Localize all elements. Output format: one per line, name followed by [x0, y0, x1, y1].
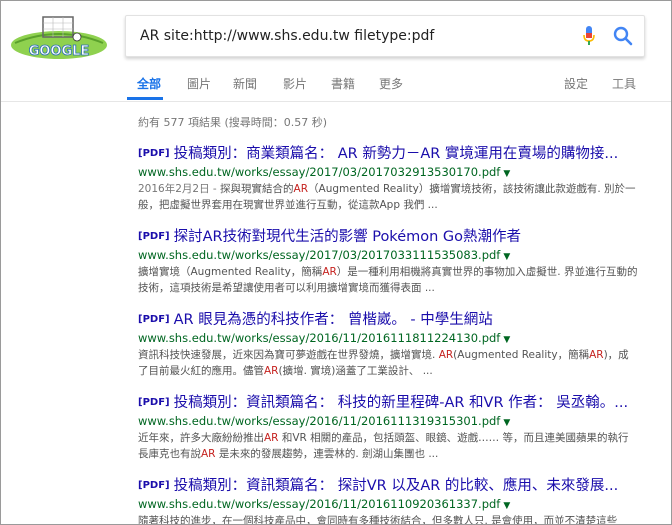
dropdown-caret-icon[interactable]: ▼: [503, 335, 510, 345]
pdf-tag: [PDF]: [138, 314, 170, 325]
search-tabs: 全部 圖片 新聞 影片 書籍 更多 設定 工具: [1, 65, 671, 101]
tools-link[interactable]: 工具: [612, 75, 636, 92]
result-title-link[interactable]: [PDF] 探討AR技術對現代生活的影響 Pokémon Go熱潮作者: [138, 227, 638, 247]
settings-link[interactable]: 設定: [564, 75, 588, 92]
search-result: [PDF] 投稿類別：資訊類篇名： 探討VR 以及AR 的比較、應用、未來發展..…: [138, 476, 638, 525]
result-stats: 約有 577 項結果 (搜尋時間：0.57 秒): [138, 116, 328, 129]
search-icon[interactable]: [612, 25, 634, 47]
tab-all[interactable]: 全部: [137, 75, 161, 92]
microphone-icon[interactable]: [582, 25, 596, 47]
result-snippet: 隨著科技的進步，在一個科技產品中，會同時有多種技術結合，但多數人只. 是會使用，…: [138, 515, 618, 525]
search-result: [PDF] 投稿類別：資訊類篇名： 科技的新里程碑-AR 和VR 作者： 吳丞翰。…: [138, 393, 638, 462]
result-url: www.shs.edu.tw/works/essay/2016/11/20161…: [138, 331, 511, 345]
result-title-link[interactable]: [PDF] AR 眼見為憑的科技作者： 曾楷崴。 - 中學生網站: [138, 310, 638, 330]
active-tab-indicator: [127, 97, 163, 100]
result-url: www.shs.edu.tw/works/essay/2017/03/20170…: [138, 165, 511, 179]
tab-news[interactable]: 新聞: [233, 75, 257, 92]
result-url: www.shs.edu.tw/works/essay/2016/11/20161…: [138, 414, 511, 428]
result-url: www.shs.edu.tw/works/essay/2017/03/20170…: [138, 248, 511, 262]
tab-more[interactable]: 更多: [379, 75, 403, 92]
dropdown-caret-icon[interactable]: ▼: [503, 252, 510, 262]
result-url: www.shs.edu.tw/works/essay/2016/11/20161…: [138, 497, 511, 511]
search-header: GOOGLE 全部 圖片 新聞 影片 書籍 更多 設定 工具: [1, 1, 671, 102]
result-title-link[interactable]: [PDF] 投稿類別：資訊類篇名： 探討VR 以及AR 的比較、應用、未來發展..…: [138, 476, 638, 496]
pdf-tag: [PDF]: [138, 397, 170, 408]
svg-text:GOOGLE: GOOGLE: [29, 44, 90, 59]
result-snippet: 近年來，許多大廠紛紛推出AR 和VR 相關的產品，包括頭盔、眼鏡、遊戲…… 等，…: [138, 432, 629, 460]
search-box[interactable]: [125, 15, 645, 57]
tab-books[interactable]: 書籍: [331, 75, 355, 92]
dropdown-caret-icon[interactable]: ▼: [503, 169, 510, 179]
result-snippet: 擴增實境（Augmented Reality，簡稱AR）是一種利用相機將真實世界…: [138, 266, 638, 294]
tab-videos[interactable]: 影片: [283, 75, 307, 92]
tab-images[interactable]: 圖片: [187, 75, 211, 92]
browser-frame: GOOGLE 全部 圖片 新聞 影片 書籍 更多 設定 工具: [0, 0, 672, 525]
search-result: [PDF] 投稿類別：商業類篇名： AR 新勢力－AR 實境運用在賣場的購物接..…: [138, 144, 638, 213]
dropdown-caret-icon[interactable]: ▼: [503, 418, 510, 428]
search-result: [PDF] AR 眼見為憑的科技作者： 曾楷崴。 - 中學生網站 www.shs.…: [138, 310, 638, 379]
pdf-tag: [PDF]: [138, 480, 170, 491]
result-snippet: 資訊科技快速發展，近來因為寶可夢遊戲在世界發燒，擴增實境. AR(Augment…: [138, 349, 629, 377]
pdf-tag: [PDF]: [138, 231, 170, 242]
result-title-link[interactable]: [PDF] 投稿類別：商業類篇名： AR 新勢力－AR 實境運用在賣場的購物接..…: [138, 144, 638, 164]
result-snippet: 2016年2月2日 - 探與現實結合的AR（Augmented Reality）…: [138, 183, 636, 211]
google-doodle-logo[interactable]: GOOGLE: [9, 15, 109, 61]
pdf-tag: [PDF]: [138, 148, 170, 159]
search-result: [PDF] 探討AR技術對現代生活的影響 Pokémon Go熱潮作者 www.s…: [138, 227, 638, 296]
search-input[interactable]: [140, 25, 560, 47]
result-title-link[interactable]: [PDF] 投稿類別：資訊類篇名： 科技的新里程碑-AR 和VR 作者： 吳丞翰。…: [138, 393, 638, 413]
dropdown-caret-icon[interactable]: ▼: [503, 501, 510, 511]
